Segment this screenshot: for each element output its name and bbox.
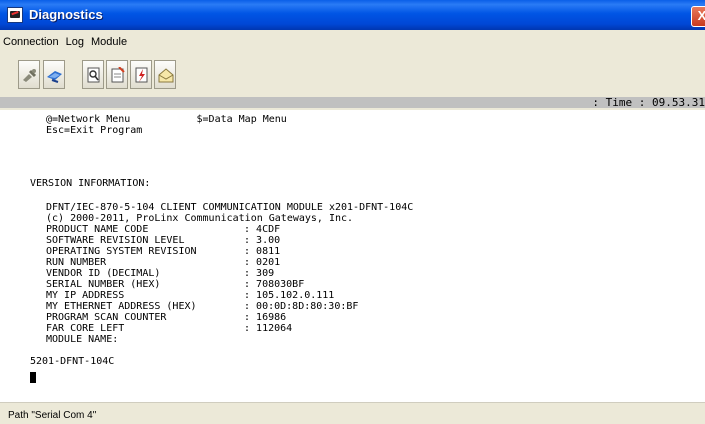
menu-log[interactable]: Log [63, 36, 88, 48]
console-output[interactable]: @=Network Menu $=Data Map Menu Esc=Exit … [0, 110, 705, 402]
window-title: Diagnostics [29, 7, 103, 22]
page-setup-icon [158, 68, 174, 83]
module-name-label: MODULE NAME: [46, 334, 119, 345]
text-cursor [30, 372, 36, 383]
info-label: PROGRAM SCAN COUNTER [46, 312, 167, 323]
info-labels: PRODUCT NAME CODE SOFTWARE REVISION LEVE… [46, 224, 197, 367]
connect-icon [23, 69, 37, 82]
status-bar: Path "Serial Com 4" [0, 402, 705, 424]
text-capture-icon [111, 67, 125, 83]
path-status: Path "Serial Com 4" [8, 410, 97, 421]
close-button[interactable]: X [691, 6, 705, 27]
info-value: : 16986 [244, 312, 287, 323]
find-button[interactable] [82, 60, 104, 89]
info-values: : 4CDF : 3.00 : 0811 : 0201 : 309 : 7080… [244, 224, 358, 356]
time-readout: : Time : 09.53.31 [592, 96, 705, 109]
info-value: : 112064 [244, 323, 293, 334]
page-setup-button[interactable] [154, 60, 176, 89]
menu-line: @=Network Menu $=Data Map Menu [46, 114, 287, 125]
section-heading: VERSION INFORMATION: [30, 178, 151, 189]
info-value: : 708030BF [244, 279, 305, 290]
connect-button[interactable] [18, 60, 40, 89]
menu-bar: Connection Log Module [0, 36, 131, 54]
text-capture-button[interactable] [106, 60, 128, 89]
info-value: : 0201 [244, 257, 281, 268]
find-icon [87, 67, 100, 83]
flash-icon [135, 67, 148, 83]
product-line: DFNT/IEC-870-5-104 CLIENT COMMUNICATION … [46, 202, 414, 213]
info-value: : 105.102.0.111 [244, 290, 335, 301]
disconnect-icon [47, 71, 62, 83]
title-bar[interactable]: Diagnostics X [0, 0, 705, 30]
menu-options: @=Network Menu $=Data Map Menu Esc=Exit … [46, 114, 287, 158]
menu-module[interactable]: Module [88, 36, 131, 48]
menu-line: Esc=Exit Program [46, 125, 143, 136]
info-label: PRODUCT NAME CODE [46, 224, 149, 235]
menu-connection[interactable]: Connection [0, 36, 63, 48]
info-label: FAR CORE LEFT [46, 323, 125, 334]
flash-button[interactable] [130, 60, 152, 89]
info-value: : 0811 [244, 246, 281, 257]
info-label: SERIAL NUMBER (HEX) [46, 279, 161, 290]
info-value: : 3.00 [244, 235, 281, 246]
info-label: VENDOR ID (DECIMAL) [46, 268, 161, 279]
disconnect-button[interactable] [43, 60, 65, 89]
info-label: MY ETHERNET ADDRESS (HEX) [46, 301, 197, 312]
info-value: : 309 [244, 268, 275, 279]
info-value: : 00:0D:8D:80:30:BF [244, 301, 359, 312]
app-icon [7, 7, 23, 23]
info-label: RUN NUMBER [46, 257, 107, 268]
info-label: MY IP ADDRESS [46, 290, 125, 301]
info-label: SOFTWARE REVISION LEVEL [46, 235, 185, 246]
info-value: : 4CDF [244, 224, 281, 235]
module-name-value: 5201-DFNT-104C [30, 356, 115, 367]
info-label: OPERATING SYSTEM REVISION [46, 246, 197, 257]
toolbar [0, 56, 705, 95]
product-line: (c) 2000-2011, ProLinx Communication Gat… [46, 213, 354, 224]
